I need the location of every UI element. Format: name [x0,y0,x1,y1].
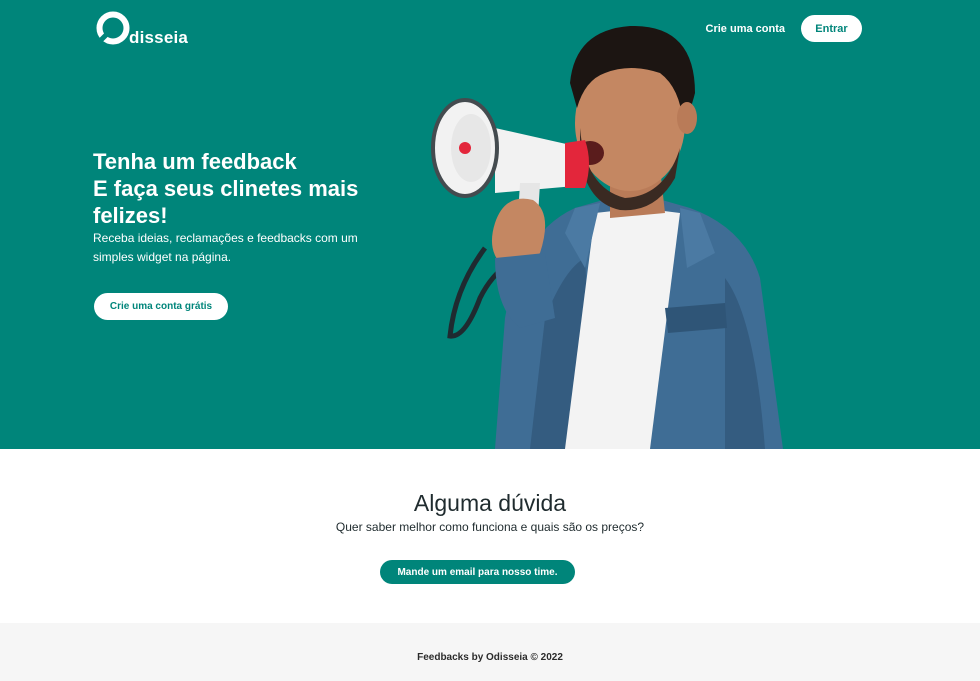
logo[interactable]: disseia [96,11,196,49]
footer: Feedbacks by Odisseia © 2022 [0,623,980,681]
faq-title: Alguma dúvida [413,490,567,516]
email-team-button[interactable]: Mande um email para nosso time. [380,560,575,584]
faq-subtitle: Quer saber melhor como funciona e quais … [335,520,645,534]
login-button[interactable]: Entrar [801,15,862,42]
logo-ring-icon [96,11,130,45]
footer-copyright: Feedbacks by Odisseia © 2022 [417,652,563,663]
create-free-account-button[interactable]: Crie uma conta grátis [94,293,228,320]
hero-title-line-2: E faça seus clinetes mais felizes! [93,176,359,228]
hero-title-line-1: Tenha um feedback [93,149,297,174]
man-with-megaphone-photo [431,25,783,449]
faq-section: Alguma dúvida Quer saber melhor como fun… [0,449,980,623]
hero-subtitle: Receba ideias, reclamações e feedbacks c… [93,231,358,264]
hero-section: disseia Crie uma conta Entrar Tenha um f… [0,0,980,449]
logo-text: disseia [129,28,189,47]
hero-title: Tenha um feedback E faça seus clinetes m… [93,148,393,229]
